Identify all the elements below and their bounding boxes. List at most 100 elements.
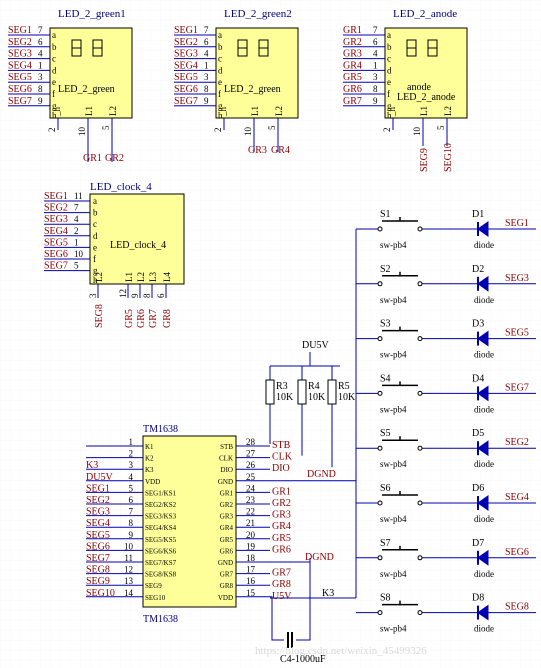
led-green1-net-label: SEG1 (8, 25, 32, 36)
tm1638-left-pin-name: SEG10 (145, 594, 166, 602)
led-green2-body (215, 27, 299, 119)
led-clock-bottom-number: 3 (88, 293, 98, 298)
led-green2-pin-letter: a (218, 30, 222, 40)
net-dgnd-1: DGND (307, 469, 336, 480)
led-clock-bottom-net: GR5 (124, 309, 135, 328)
led-clock-pin-letter: c (93, 219, 97, 229)
tm1638-right-net: GR1 (272, 486, 291, 497)
key-4-diode-ref: D4 (472, 373, 484, 384)
tm1638-left-pin-name: SEG7/KS7 (145, 559, 177, 567)
led-green1-pin-letter: c (52, 54, 56, 64)
led-clock-bottom-net: GR8 (162, 309, 173, 328)
led-clock-bottom-label: L2 (136, 272, 146, 282)
led-green1-pin-number: 6 (38, 37, 43, 47)
led-anode-pin-number: 8 (373, 84, 378, 94)
csdn-watermark: https://blog.csdn.net/weixin_45499326 (255, 645, 427, 657)
led-clock-net-label: SEG7 (44, 261, 68, 272)
resistor-ref: R4 (308, 381, 320, 392)
tm1638-right-net: GR2 (272, 498, 291, 509)
key-8-diode-type: diode (474, 624, 494, 634)
led-green1-pin-letter: f (52, 89, 55, 99)
tm1638-left-pin-name: SEG3/KS3 (145, 513, 177, 521)
key-7-switch-ref: S7 (380, 538, 391, 549)
led-green2-pin-h-number: 2 (213, 128, 223, 133)
key-8-switch-type: sw-pb4 (380, 624, 407, 634)
tm1638-right-net: GR7 (272, 568, 291, 579)
tm1638-right-pin-number: 24 (246, 483, 256, 493)
led-green1-pin-l1-label: L1 (84, 106, 94, 116)
key-6-net: SEG4 (505, 492, 529, 503)
tm1638-left-pin-name: SEG8/KS8 (145, 571, 177, 579)
led-clock-bottom-number: 9 (130, 293, 140, 298)
led-green2-pin-number: 8 (204, 84, 209, 94)
tm1638-left-pin-number: 3 (129, 460, 134, 470)
led-clock-pin-letter: d (93, 231, 98, 241)
led-green2-title: LED_2_green2 (224, 8, 292, 20)
tm1638-left-net: SEG9 (86, 576, 110, 587)
led-green2-pin-l1-label: L1 (250, 106, 260, 116)
tm1638-left-net: DU5V (86, 472, 113, 483)
led-green1-pin-letter: e (52, 77, 56, 87)
led-anode-pin-letter: f (387, 89, 390, 99)
led-green2-pin-number: 7 (204, 25, 209, 35)
led-green1-pin-number: 7 (38, 25, 43, 35)
led-anode-pin-letter: b (387, 42, 392, 52)
led-green2-pin-number: 1 (204, 60, 209, 70)
key-2-diode-type: diode (474, 295, 494, 305)
tm1638-left-pin-number: 7 (129, 507, 134, 517)
led-anode-pin-letter: a (387, 30, 391, 40)
led-green2-net-label: SEG5 (174, 72, 198, 83)
tm1638-right-pin-name: GR1 (220, 489, 234, 497)
key-1-switch-type: sw-pb4 (380, 240, 407, 250)
led-green1-pin-l2-label: L2 (108, 106, 118, 116)
schematic-canvas: LED_2_green1LED_2_greena7SEG1b6SEG2c4SEG… (0, 0, 541, 668)
tm1638-right-pin-name: GR6 (220, 547, 234, 555)
led-clock-title: LED_clock_4 (90, 181, 152, 193)
key-3-net: SEG5 (505, 328, 529, 339)
tm1638-left-pin-number: 10 (124, 541, 134, 551)
key-5-switch-ref: S5 (380, 428, 391, 439)
key-6-switch-ref: S6 (380, 483, 391, 494)
key-6-diode-ref: D6 (472, 483, 484, 494)
tm1638-left-net: SEG1 (86, 483, 110, 494)
led-green2-pin-l2-number: 5 (267, 125, 277, 130)
led-anode-pin-letter: e (387, 77, 391, 87)
led-green2-pin-l2-label: L2 (274, 106, 284, 116)
tm1638-left-pin-number: 9 (129, 530, 134, 540)
led-green1-pin-letter: a (52, 30, 56, 40)
led-green2-pin-letter: b (218, 42, 223, 52)
key-3-switch-ref: S3 (380, 319, 391, 330)
tm1638-left-net: SEG2 (86, 495, 110, 506)
led-anode-net-label: GR5 (343, 72, 362, 83)
key-3-diode-ref: D3 (472, 319, 484, 330)
key-1-switch-ref: S1 (380, 209, 391, 220)
led-anode-pin-l2-number: 5 (436, 125, 446, 130)
led-green1-pin-l2-number: 5 (101, 125, 111, 130)
tm1638-right-pin-number: 25 (246, 472, 256, 482)
led-anode-net-label: GR4 (343, 60, 362, 71)
led-green1-net-label: SEG3 (8, 49, 32, 60)
led-green2-pin-letter: c (218, 54, 222, 64)
tm1638-left-net: SEG10 (86, 588, 115, 599)
led-clock-bottom-label: L3 (148, 272, 158, 282)
led-clock-net-label: SEG3 (44, 214, 68, 225)
tm1638-left-pin-number: 14 (124, 588, 134, 598)
tm1638-right-net: STB (272, 440, 291, 451)
tm1638-title: TM1638 (143, 424, 178, 435)
tm1638-right-pin-number: 19 (246, 541, 256, 551)
led-clock-pin-number: 7 (74, 203, 79, 213)
led-green1-label: LED_2_green (58, 84, 115, 95)
tm1638-right-net: GR8 (272, 579, 291, 590)
led-anode-pin-l1-number: 10 (412, 127, 422, 137)
tm1638-right-net: GR3 (272, 510, 291, 521)
led-clock-pin-number: 2 (74, 226, 79, 236)
led-clock-bottom-label: L4 (162, 272, 172, 282)
tm1638-right-pin-name: GR7 (220, 571, 234, 579)
led-green2-label: LED_2_green (224, 84, 281, 95)
resistor-ref: R3 (276, 381, 288, 392)
led-green1-net-label: SEG7 (8, 96, 32, 107)
led-green2-pin-number: 4 (204, 49, 209, 59)
resistor-body (327, 379, 337, 405)
tm1638-right-pin-number: 16 (246, 576, 256, 586)
led-anode-pin-h-label: _h (387, 107, 397, 118)
